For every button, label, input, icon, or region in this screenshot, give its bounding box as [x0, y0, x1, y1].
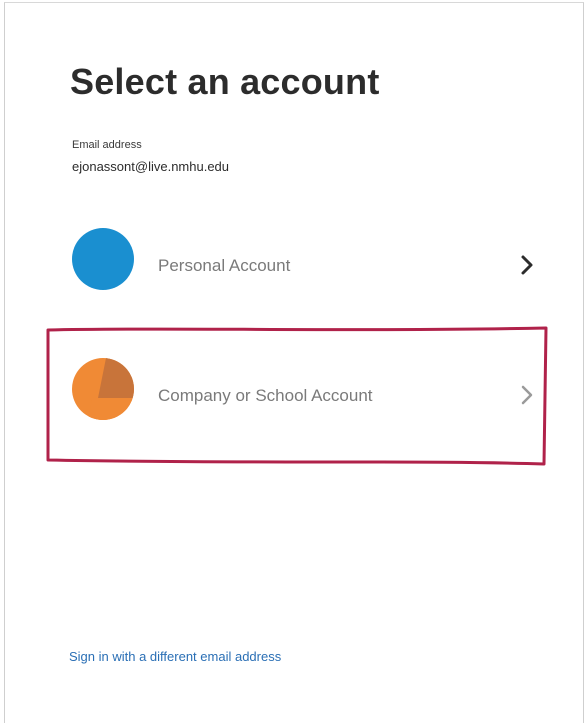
- chevron-right-icon: [521, 385, 533, 405]
- email-value: ejonassont@live.nmhu.edu: [72, 159, 230, 174]
- company-account-label: Company or School Account: [158, 386, 373, 405]
- personal-account-label: Personal Account: [158, 256, 291, 275]
- page-title: Select an account: [70, 61, 380, 102]
- company-account-icon: [72, 358, 134, 420]
- personal-account-option[interactable]: Personal Account: [60, 220, 550, 310]
- chevron-right-icon: [521, 255, 533, 275]
- company-account-option[interactable]: Company or School Account: [60, 348, 550, 438]
- personal-account-icon: [72, 228, 134, 290]
- sign-in-different-email-link[interactable]: Sign in with a different email address: [69, 649, 281, 665]
- email-label: Email address: [72, 139, 142, 151]
